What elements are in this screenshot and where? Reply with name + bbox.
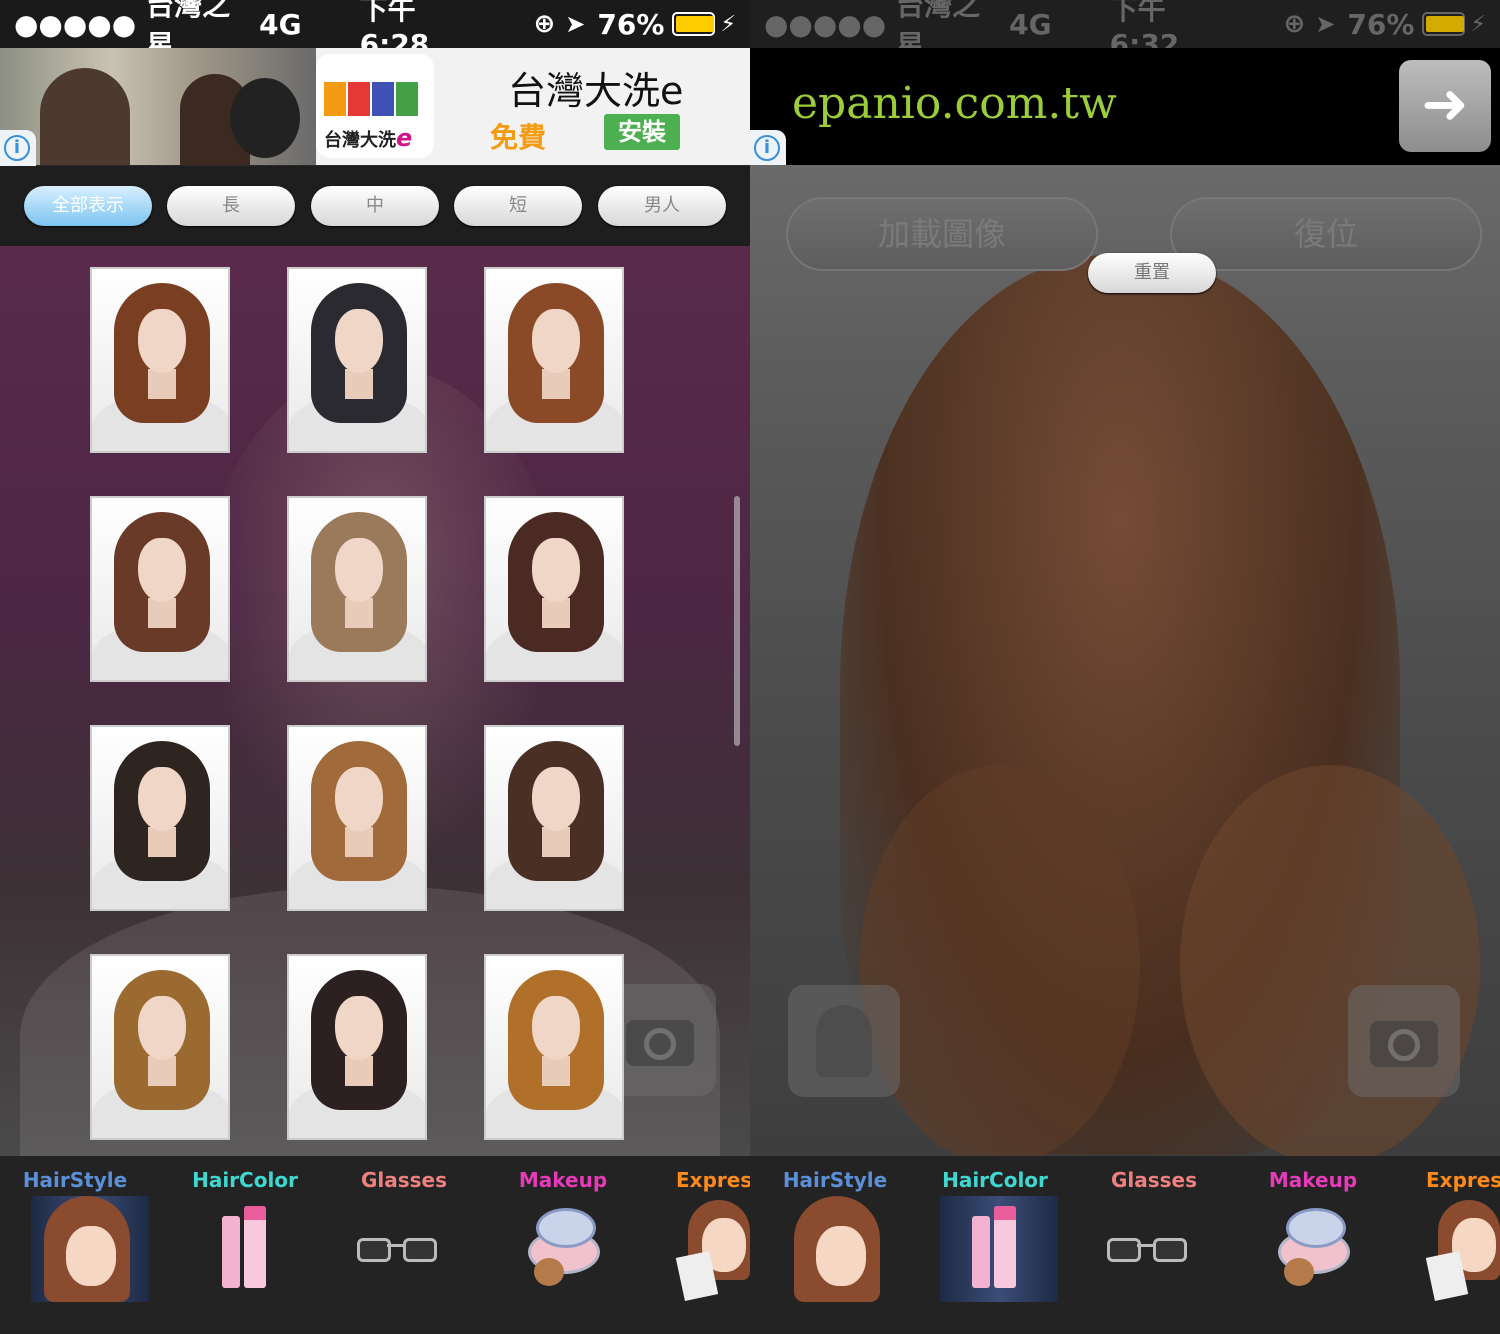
dock-haircolor[interactable]: HairColor: [170, 1156, 320, 1334]
network-type: 4G: [1009, 7, 1052, 41]
dock-label: Express: [1426, 1168, 1500, 1192]
dock-glasses[interactable]: Glasses: [329, 1156, 479, 1334]
hairstyle-thumbnail[interactable]: [287, 725, 427, 911]
compact-icon: [528, 1208, 602, 1288]
battery-percent: 76%: [1347, 7, 1415, 41]
status-bar: ●●●●● 台灣之星 4G 下午6:28 ⊕ ➤ 76% ⚡: [0, 0, 750, 62]
ad-go-button[interactable]: ➜: [1399, 60, 1491, 152]
location-arrow-icon: ➤: [1315, 10, 1336, 38]
load-image-button[interactable]: 加載圖像: [786, 197, 1098, 271]
ad-logo: 台灣大洗e: [316, 54, 434, 158]
dock-label: Glasses: [360, 1168, 448, 1192]
tab-long[interactable]: 長: [167, 186, 295, 226]
expression-icon: [1425, 1200, 1500, 1304]
dock-label: Express: [676, 1168, 750, 1192]
ad-banner[interactable]: epanio.com.tw ➜: [750, 48, 1500, 165]
info-icon: i: [4, 135, 30, 161]
dock-label: HairColor: [192, 1168, 298, 1192]
right-screen: ●●●●● 台灣之星 4G 下午6:32 ⊕ ➤ 76% ⚡ epanio.co…: [750, 0, 1500, 1334]
hair-dye-icon: [222, 1206, 266, 1288]
hairstyle-thumbnail[interactable]: [287, 496, 427, 682]
dock-haircolor[interactable]: HairColor: [920, 1156, 1070, 1334]
network-type: 4G: [259, 7, 302, 41]
tab-medium[interactable]: 中: [311, 186, 439, 226]
ad-title: 台灣大洗e: [508, 69, 684, 113]
hairstyle-thumbnail[interactable]: [90, 267, 230, 453]
hair-dye-icon: [972, 1206, 1016, 1288]
ad-banner[interactable]: 台灣大洗e 台灣大洗e 免費 安裝: [0, 48, 750, 165]
dock-hairstyle[interactable]: HairStyle: [760, 1156, 910, 1334]
dock-hairstyle[interactable]: HairStyle: [0, 1156, 150, 1334]
signal-dots: ●●●●●: [14, 7, 137, 41]
hairstyle-thumbnail[interactable]: [484, 496, 624, 682]
rotate-face-button[interactable]: [788, 985, 900, 1097]
haircolor-stage: 加載圖像 復位 重置: [750, 165, 1500, 1165]
ad-info-button[interactable]: i: [750, 130, 786, 166]
tab-all[interactable]: 全部表示: [24, 186, 152, 226]
battery-icon: [672, 12, 715, 36]
dock-label: Glasses: [1110, 1168, 1198, 1192]
hairstyle-icon: [44, 1196, 130, 1302]
filter-tabs: 全部表示 長 中 短 男人: [0, 166, 750, 246]
hairstyle-thumbnail[interactable]: [484, 267, 624, 453]
hairstyle-thumbnail[interactable]: [90, 954, 230, 1140]
dock-label: Makeup: [1268, 1168, 1358, 1192]
dock-label: Makeup: [518, 1168, 608, 1192]
bottom-dock: HairStyle HairColor Glasses Makeup Expre…: [750, 1156, 1500, 1334]
dock-makeup[interactable]: Makeup: [488, 1156, 638, 1334]
left-screen: ●●●●● 台灣之星 4G 下午6:28 ⊕ ➤ 76% ⚡ 台灣大洗e 台灣大…: [0, 0, 750, 1334]
glasses-icon: [1107, 1228, 1207, 1278]
camera-icon: [1388, 1029, 1420, 1061]
ad-logo-caption: 台灣大洗e: [324, 124, 413, 152]
dock-glasses[interactable]: Glasses: [1079, 1156, 1229, 1334]
status-bar: ●●●●● 台灣之星 4G 下午6:32 ⊕ ➤ 76% ⚡: [750, 0, 1500, 62]
location-arrow-icon: ➤: [565, 10, 586, 38]
glasses-icon: [357, 1228, 457, 1278]
dock-expression[interactable]: Express: [640, 1156, 750, 1334]
dock-makeup[interactable]: Makeup: [1238, 1156, 1388, 1334]
rotation-lock-icon: ⊕: [533, 9, 556, 39]
bottom-dock: HairStyle HairColor Glasses Makeup Expre…: [0, 1156, 750, 1334]
ad-photo: [0, 48, 316, 165]
ad-url: epanio.com.tw: [792, 78, 1117, 129]
battery-icon: [1422, 12, 1465, 36]
dock-label: HairStyle: [22, 1168, 128, 1192]
expression-icon: [675, 1200, 750, 1304]
tab-men[interactable]: 男人: [598, 186, 726, 226]
tab-short[interactable]: 短: [454, 186, 582, 226]
signal-dots: ●●●●●: [764, 7, 887, 41]
ad-install-button[interactable]: 安裝: [604, 114, 680, 150]
compact-icon: [1278, 1208, 1352, 1288]
rotation-lock-icon: ⊕: [1283, 9, 1306, 39]
battery-percent: 76%: [597, 7, 665, 41]
hairstyle-thumbnail[interactable]: [287, 267, 427, 453]
info-icon: i: [754, 135, 780, 161]
hairstyle-thumbnail[interactable]: [484, 725, 624, 911]
hairstyle-thumbnail[interactable]: [484, 954, 624, 1140]
ad-info-button[interactable]: i: [0, 130, 36, 166]
dock-label: HairColor: [942, 1168, 1048, 1192]
charging-bolt-icon: ⚡: [1470, 11, 1486, 37]
dock-label: HairStyle: [782, 1168, 888, 1192]
hairstyle-thumbnail[interactable]: [287, 954, 427, 1140]
reset-button[interactable]: 重置: [1088, 253, 1216, 293]
camera-icon: [644, 1028, 676, 1060]
rotate-head-icon: [816, 1005, 872, 1077]
dock-expression[interactable]: Express: [1390, 1156, 1500, 1334]
arrow-right-icon: ➜: [1421, 72, 1469, 137]
hairstyle-thumbnail[interactable]: [90, 496, 230, 682]
hairstyle-icon: [794, 1196, 880, 1302]
hairstyle-thumbnail[interactable]: [90, 725, 230, 911]
ad-free-label: 免費: [490, 121, 547, 154]
charging-bolt-icon: ⚡: [720, 11, 736, 37]
restore-button[interactable]: 復位: [1170, 197, 1482, 271]
scrollbar[interactable]: [734, 496, 740, 746]
camera-button[interactable]: [1348, 985, 1460, 1097]
